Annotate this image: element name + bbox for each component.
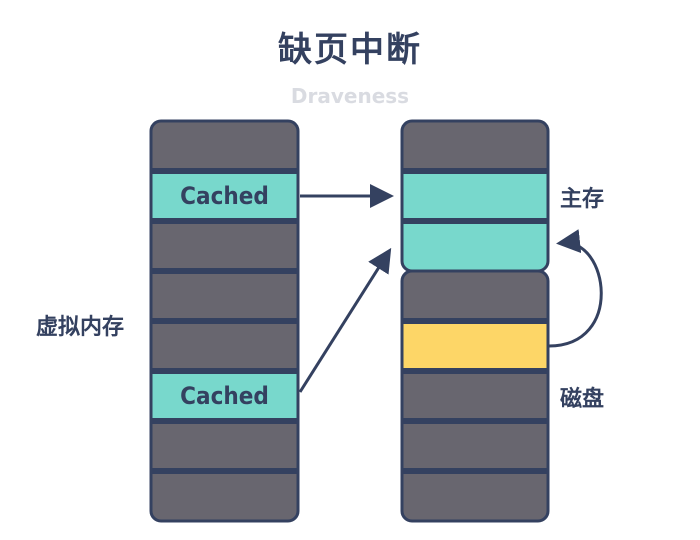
- disk-label: 磁盘: [560, 387, 605, 412]
- virtual-memory-cell-empty: [151, 471, 298, 521]
- main-memory-cell-cached: [402, 171, 548, 221]
- disk-cell-empty: [402, 371, 548, 421]
- disk-cell-empty: [402, 421, 548, 471]
- virtual-memory-cell-empty: [151, 121, 298, 171]
- main-memory-stack: [400, 119, 550, 273]
- disk-cell-disk_page: [402, 321, 548, 371]
- virtual-memory-cell-label: Cached: [180, 182, 269, 210]
- main-memory-label: 主存: [560, 187, 605, 212]
- virtual-memory-label: 虚拟内存: [36, 315, 125, 340]
- disk-cell-empty: [402, 271, 548, 321]
- diagram-canvas: Cached Cached: [149, 119, 603, 523]
- virtual-memory-cell-empty: [151, 271, 298, 321]
- virtual-memory-cell-empty: [151, 321, 298, 371]
- virtual-memory-stack: Cached Cached: [149, 119, 300, 523]
- disk-cell-empty: [402, 471, 548, 521]
- arrow-disk-to-main-memory: [548, 229, 603, 348]
- disk-stack: [400, 269, 550, 523]
- virtual-memory-cell-label: Cached: [180, 382, 269, 410]
- main-memory-cell-cached: [402, 221, 548, 271]
- virtual-memory-cell-empty: [151, 421, 298, 471]
- virtual-memory-cell-empty: [151, 221, 298, 271]
- main-memory-cell-empty: [402, 121, 548, 171]
- arrow-vm-to-main-memory-2: [298, 247, 392, 393]
